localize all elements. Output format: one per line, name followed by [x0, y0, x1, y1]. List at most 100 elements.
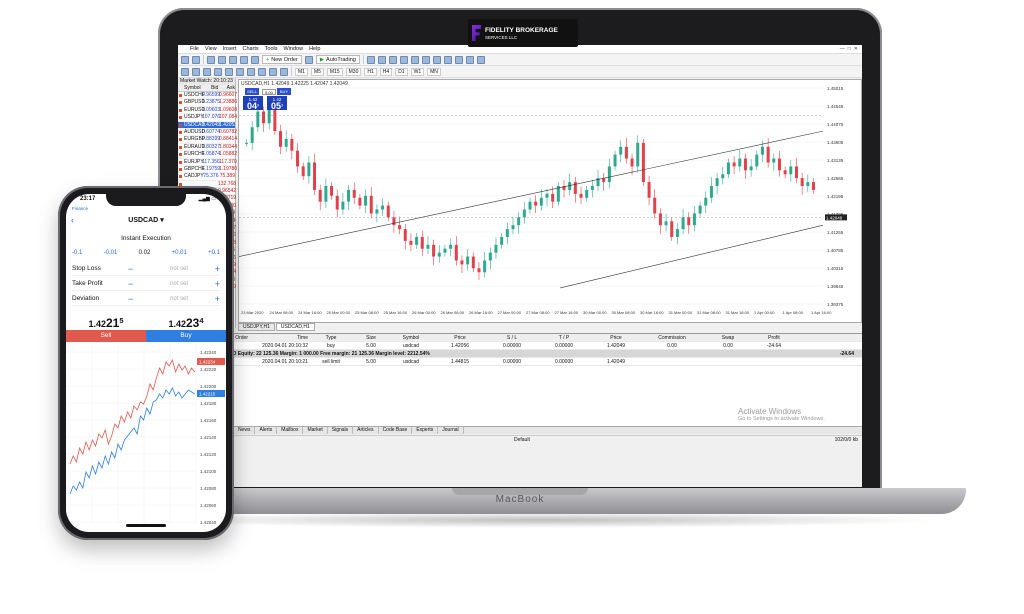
timeframe-m15[interactable]: M15 [326, 67, 343, 76]
market-watch-row[interactable]: EURJPY 117.356 117.370 [178, 159, 237, 166]
market-watch-row[interactable]: AUDUSD 0.60774 0.60782 [178, 129, 237, 137]
label-icon[interactable] [269, 67, 277, 76]
menu-item-insert[interactable]: Insert [223, 46, 237, 52]
market-watch-row[interactable]: USDCAD 1.42049 1.42053 [178, 121, 237, 129]
menu-item-view[interactable]: View [205, 46, 217, 52]
timeframe-mn[interactable]: MN [427, 67, 441, 76]
templates-icon[interactable] [476, 55, 485, 64]
trade-row[interactable]: 2020.04.01 20:10:32 buy 5.00 usdcad 1.42056 0… [178, 342, 862, 350]
stop-loss-value[interactable]: not set [148, 266, 210, 272]
close-icon[interactable]: ✕ [854, 46, 858, 52]
tester-icon[interactable] [251, 55, 259, 64]
chart-window[interactable]: 1.45015 1.44545 1.44075 1.43605 1.43135 1.426… [238, 79, 862, 323]
indicators-icon[interactable] [454, 55, 463, 64]
zoom-out-icon[interactable] [410, 55, 419, 64]
channel-lower-line[interactable] [560, 224, 824, 289]
phone-sell-button[interactable]: Sell [66, 330, 146, 342]
menu-item-help[interactable]: Help [309, 46, 320, 52]
zoom-in-icon[interactable] [399, 55, 408, 64]
step-plus-0-1[interactable]: +0.1 [208, 250, 220, 256]
terminal-tab[interactable]: Journal [438, 427, 464, 434]
sell-price-box[interactable]: 1.42 049 [243, 96, 263, 111]
stop-loss-field[interactable]: Stop Loss − not set + [72, 262, 220, 276]
candlestick-chart[interactable]: 1.45015 1.44545 1.44075 1.43605 1.43135 1.426… [239, 80, 862, 324]
market-watch-icon[interactable] [207, 55, 215, 64]
take-profit-field[interactable]: Take Profit − not set + [72, 277, 220, 291]
market-watch-row[interactable]: GBPUSD 1.23875 1.23886 [178, 99, 237, 107]
chart-shift-icon[interactable] [443, 55, 452, 64]
crosshair-icon[interactable] [192, 67, 200, 76]
volume-value[interactable]: 0.02 [139, 250, 151, 256]
new-chart-icon[interactable] [181, 55, 189, 64]
pending-order-row[interactable]: 2020.04.01 20:10:21 sell limit 5.00 usdcad 1… [178, 358, 862, 366]
timeframe-d1[interactable]: D1 [395, 67, 408, 76]
terminal-tab[interactable]: News [234, 427, 256, 434]
timeframe-m30[interactable]: M30 [345, 67, 362, 76]
market-watch-row[interactable]: EURGBP 0.88399 0.88414 [178, 136, 237, 144]
terminal-icon[interactable] [240, 55, 248, 64]
chart-tab[interactable]: USDCAD,H1 [275, 323, 315, 331]
terminal-tab[interactable]: Articles [353, 427, 379, 434]
menu-item-tools[interactable]: Tools [265, 46, 278, 52]
timeframe-m5[interactable]: M5 [310, 67, 324, 76]
step-plus-0-01[interactable]: +0.01 [172, 250, 187, 256]
menu-item-window[interactable]: Window [284, 46, 304, 52]
plus-icon[interactable]: + [210, 294, 220, 304]
plus-icon[interactable]: + [210, 264, 220, 274]
channel-icon[interactable] [236, 67, 244, 76]
vertical-line-icon[interactable] [203, 67, 211, 76]
execution-mode[interactable]: Instant Execution [66, 235, 226, 242]
bar-chart-icon[interactable] [366, 55, 375, 64]
minus-icon[interactable]: − [128, 279, 148, 289]
step-minus-0-01[interactable]: -0.01 [104, 250, 118, 256]
terminal-tab[interactable]: Code Base [379, 427, 413, 434]
market-watch-row[interactable]: USDCHF 0.96599 0.96607 [178, 92, 237, 100]
timeframe-m1[interactable]: M1 [295, 67, 308, 76]
terminal-tab[interactable]: Market [303, 427, 328, 434]
phone-symbol-title[interactable]: USDCAD ▾ [66, 216, 226, 224]
fibonacci-icon[interactable] [247, 67, 255, 76]
home-indicator[interactable] [126, 524, 166, 527]
terminal-tab[interactable]: Experts [412, 427, 439, 434]
timeframe-h1[interactable]: H1 [364, 67, 377, 76]
auto-trading-button[interactable]: ▶ AutoTrading [315, 55, 360, 64]
market-watch-row[interactable]: CADJPY 75.376 75.389 [178, 173, 235, 181]
minimize-icon[interactable]: — [840, 46, 845, 52]
phone-buy-button[interactable]: Buy [146, 330, 226, 342]
market-watch-row[interactable]: EURCHF 1.05874 1.05882 [178, 151, 237, 159]
menu-item-charts[interactable]: Charts [242, 46, 258, 52]
maximize-icon[interactable]: □ [848, 46, 851, 52]
terminal-tab[interactable]: Mailbox [277, 427, 304, 434]
deviation-field[interactable]: Deviation − not set + [72, 292, 220, 306]
new-order-button[interactable]: + New Order [262, 55, 302, 64]
horizontal-line-icon[interactable] [214, 67, 222, 76]
market-watch-row[interactable]: USDJPY 107.076 107.084 [178, 114, 237, 122]
step-minus-0-1[interactable]: -0.1 [72, 250, 82, 256]
candlestick-icon[interactable] [377, 55, 386, 64]
metaeditor-icon[interactable] [304, 55, 313, 64]
terminal-tab[interactable]: Signals [328, 427, 354, 434]
text-icon[interactable] [258, 67, 266, 76]
chart-tab[interactable]: USDJPY,H1 [238, 323, 275, 331]
minus-icon[interactable]: − [128, 264, 148, 274]
autoscroll-icon[interactable] [432, 55, 441, 64]
period-icon[interactable] [465, 55, 474, 64]
market-watch-row[interactable]: EURUSD 1.09603 1.09608 [178, 107, 237, 115]
timeframe-w1[interactable]: W1 [410, 67, 425, 76]
menu-item-file[interactable]: File [190, 46, 199, 52]
line-chart-icon[interactable] [388, 55, 397, 64]
buy-price-box[interactable]: 1.42 053 [267, 96, 287, 111]
market-watch-row[interactable]: EURAUD 1.80327 1.80344 [178, 144, 237, 152]
market-watch-row[interactable]: GBPCHF 1.19759 1.19780 [178, 166, 237, 174]
take-profit-value[interactable]: not set [148, 281, 210, 287]
terminal-tab[interactable]: Alerts [255, 427, 278, 434]
navigator-icon[interactable] [229, 55, 237, 64]
tile-windows-icon[interactable] [421, 55, 430, 64]
sell-button[interactable]: SELL [245, 88, 259, 95]
lot-size-input[interactable]: 5.00 [262, 89, 276, 95]
arrows-icon[interactable] [280, 67, 288, 76]
back-app-label[interactable]: Finance [72, 206, 88, 211]
deviation-value[interactable]: not set [148, 296, 210, 302]
data-window-icon[interactable] [218, 55, 226, 64]
cursor-icon[interactable] [181, 67, 189, 76]
